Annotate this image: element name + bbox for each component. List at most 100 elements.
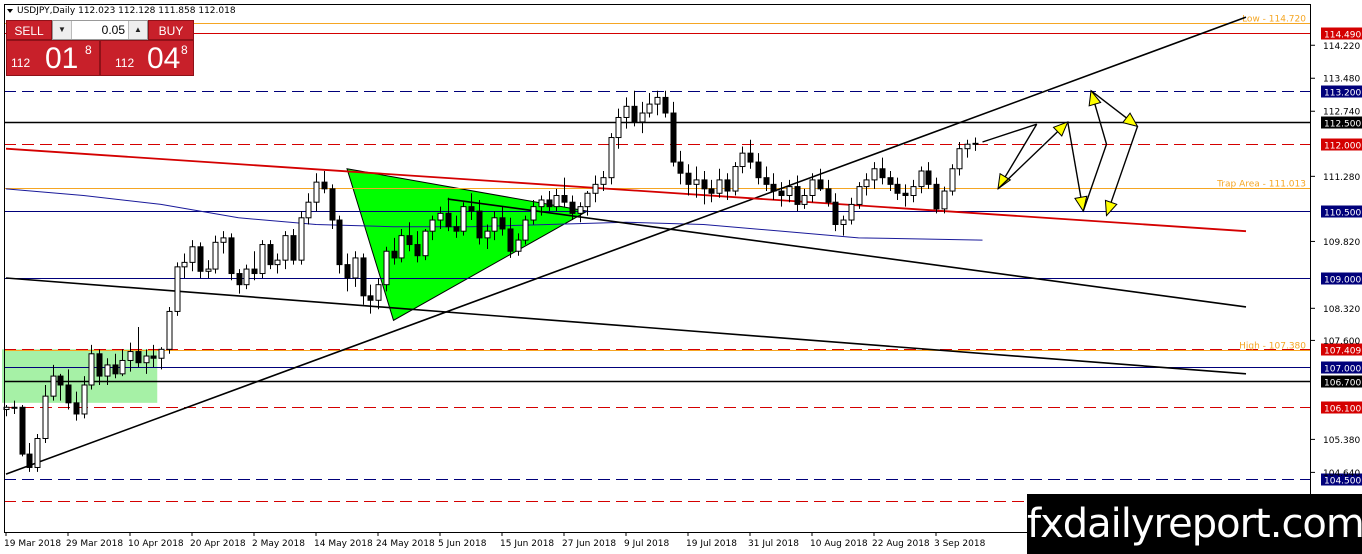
candle-body-76 <box>592 183 599 194</box>
candle-body-82 <box>639 112 646 123</box>
candle-body-90 <box>701 179 708 190</box>
candle-body-89 <box>693 179 700 185</box>
candle-110 <box>856 182 863 209</box>
candle-body-119 <box>925 170 932 185</box>
candle-body-42 <box>329 188 336 221</box>
level-tag-11: 106.700 <box>1321 375 1362 389</box>
candle-body-21 <box>166 310 173 350</box>
range-box <box>2 349 158 403</box>
candle-body-61 <box>476 210 483 239</box>
candle-body-3 <box>26 453 33 468</box>
candle-body-78 <box>608 137 615 179</box>
level-annotation-5: Trap Area - 111.013 <box>1216 180 1306 190</box>
candle-body-40 <box>313 181 320 203</box>
candle-body-68 <box>530 206 537 221</box>
candle-body-71 <box>553 195 560 208</box>
candle-body-47 <box>367 295 374 301</box>
candle-body-52 <box>406 235 413 246</box>
level-tag-6: 110.500 <box>1321 205 1362 219</box>
chart-header: USDJPY,Daily 112.023 112.128 111.858 112… <box>7 6 236 16</box>
x-tick-label-7: 5 Jun 2018 <box>438 539 487 549</box>
level-tag-label-7: 109.000 <box>1324 276 1361 286</box>
candle-body-108 <box>840 219 847 225</box>
one-click-trading-panel: SELL ▼ ▲ BUY 112 01 8 112 04 8 <box>6 20 194 76</box>
candle-body-94 <box>732 166 739 192</box>
sell-price-big-figure: 112 <box>11 56 31 70</box>
candle-body-49 <box>383 250 390 286</box>
buy-price[interactable]: 112 04 8 <box>100 40 194 76</box>
candle-2 <box>19 405 26 457</box>
candle-body-34 <box>267 244 274 266</box>
x-tick-label-10: 9 Jul 2018 <box>624 539 669 549</box>
candle-body-103 <box>801 195 808 205</box>
candle-body-39 <box>305 201 312 219</box>
candle-body-79 <box>615 116 622 139</box>
candle-43 <box>336 215 343 274</box>
candle-body-114 <box>887 177 894 185</box>
candle-body-69 <box>538 199 545 208</box>
x-tick-label-0: 19 Mar 2018 <box>4 539 61 549</box>
candle-121 <box>941 186 948 214</box>
sell-button[interactable]: SELL <box>6 20 52 40</box>
candle-body-105 <box>817 179 824 190</box>
candle-body-4 <box>34 437 41 468</box>
candle-body-43 <box>336 219 343 266</box>
level-annotation-9: High - 107.380 <box>1239 342 1306 352</box>
candle-body-1 <box>11 406 18 409</box>
candle-body-55 <box>429 219 436 232</box>
candle-body-41 <box>321 181 328 190</box>
candle-122 <box>949 164 956 196</box>
buy-price-fraction: 8 <box>181 43 188 57</box>
sell-price[interactable]: 112 01 8 <box>6 40 100 76</box>
candle-body-31 <box>243 268 250 286</box>
lot-decrease-icon[interactable]: ▼ <box>53 21 72 39</box>
candle-body-102 <box>794 186 801 205</box>
candle-34 <box>267 240 274 270</box>
buy-button[interactable]: BUY <box>148 20 194 40</box>
candle-body-112 <box>871 168 878 181</box>
lot-size-control[interactable]: ▼ ▲ <box>52 20 148 40</box>
candle-body-86 <box>670 112 677 163</box>
candle-body-22 <box>174 266 181 312</box>
candle-body-44 <box>344 264 351 279</box>
candle-49 <box>383 246 390 292</box>
candle-body-107 <box>832 201 839 225</box>
candle-body-25 <box>197 246 204 272</box>
buy-price-big-figure: 112 <box>115 56 135 70</box>
chart-background <box>0 0 1362 554</box>
y-tick-label-6: 107.600 <box>1323 337 1360 347</box>
candle-body-35 <box>274 259 281 266</box>
y-tick-label-4: 109.820 <box>1323 238 1360 248</box>
price-chart[interactable]: Low - 114.720 Trap Area - 111.013 High - 1… <box>0 0 1362 554</box>
candle-body-101 <box>786 186 793 197</box>
candle-body-45 <box>352 257 359 279</box>
candle-body-88 <box>685 172 692 185</box>
candle-body-53 <box>414 244 421 257</box>
x-tick-label-11: 19 Jul 2018 <box>686 539 737 549</box>
candle-body-11 <box>88 353 95 386</box>
y-tick-label-1: 113.480 <box>1323 75 1360 85</box>
candle-body-81 <box>631 105 638 123</box>
candle-body-96 <box>747 152 754 163</box>
candle-body-100 <box>778 190 785 197</box>
candle-body-60 <box>468 206 475 212</box>
candle-38 <box>298 211 305 265</box>
candle-body-38 <box>298 217 305 261</box>
lot-increase-icon[interactable]: ▲ <box>128 21 147 39</box>
y-tick-label-3: 111.280 <box>1323 173 1360 183</box>
x-tick-label-9: 27 Jun 2018 <box>562 539 616 549</box>
lot-size-input[interactable] <box>71 21 129 39</box>
candle-body-50 <box>391 250 398 259</box>
candle-body-110 <box>856 186 863 205</box>
candle-body-91 <box>708 188 715 194</box>
level-tag-10: 107.000 <box>1321 361 1362 375</box>
level-tag-1: 114.490 <box>1321 27 1362 41</box>
candle-body-70 <box>546 199 553 208</box>
candle-body-80 <box>623 105 630 118</box>
candle-body-64 <box>499 217 506 230</box>
candle-body-75 <box>584 192 591 208</box>
candle-body-5 <box>42 395 49 439</box>
level-tag-3: 112.500 <box>1321 116 1362 130</box>
y-tick-label-7: 105.380 <box>1323 436 1360 446</box>
candle-body-117 <box>910 186 917 197</box>
